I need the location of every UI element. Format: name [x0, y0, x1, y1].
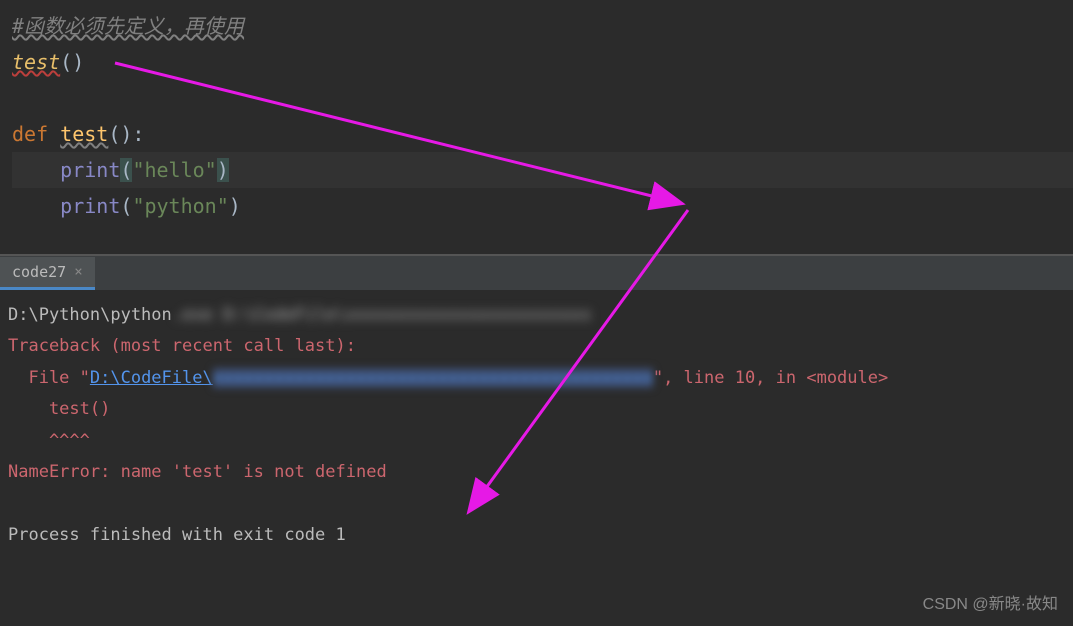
- string-python: "python": [132, 194, 228, 218]
- console-file-line: File "D:\CodeFile\xxxxxxxxxxxxxxxxxxxxxx…: [8, 363, 1065, 394]
- console-traceback: Traceback (most recent call last):: [8, 331, 1065, 362]
- watermark: CSDN @新晓·故知: [923, 590, 1058, 614]
- def-parens: ():: [108, 122, 144, 146]
- paren-close: ): [217, 158, 229, 182]
- console-blank: [8, 489, 1065, 520]
- console-tab-bar: code27 ×: [0, 255, 1073, 290]
- code-line-print1: print("hello"): [12, 152, 1073, 188]
- console-path: D:\Python\python.exe D:\CodeFile\xxxxxxx…: [8, 300, 1065, 331]
- code-line-blank: [12, 80, 1073, 116]
- code-line-def: def test():: [12, 116, 1073, 152]
- close-icon[interactable]: ×: [74, 264, 82, 280]
- code-editor[interactable]: #函数必须先定义，再使用 test() def test(): print("h…: [0, 0, 1073, 255]
- paren-open: (: [120, 194, 132, 218]
- file-link[interactable]: D:\CodeFile\: [90, 368, 213, 388]
- code-line-call: test(): [12, 44, 1073, 80]
- print-builtin: print: [60, 158, 120, 182]
- code-line-comment: #函数必须先定义，再使用: [12, 8, 1073, 44]
- def-keyword: def: [12, 122, 60, 146]
- paren-open: (: [120, 158, 132, 182]
- paren-close: ): [229, 194, 241, 218]
- print-builtin: print: [60, 194, 120, 218]
- console-carets: ^^^^: [8, 426, 1065, 457]
- console-output[interactable]: D:\Python\python.exe D:\CodeFile\xxxxxxx…: [0, 290, 1073, 562]
- call-parens: (): [60, 50, 84, 74]
- function-call: test: [12, 50, 60, 74]
- tab-label: code27: [12, 263, 66, 281]
- string-hello: "hello": [132, 158, 216, 182]
- tab-code27[interactable]: code27 ×: [0, 257, 95, 290]
- function-def-name: test: [60, 122, 108, 146]
- console-nameerror: NameError: name 'test' is not defined: [8, 457, 1065, 488]
- code-line-print2: print("python"): [12, 188, 1073, 224]
- console-test-call: test(): [8, 394, 1065, 425]
- comment-text: #函数必须先定义，再使用: [12, 14, 244, 38]
- console-process: Process finished with exit code 1: [8, 520, 1065, 551]
